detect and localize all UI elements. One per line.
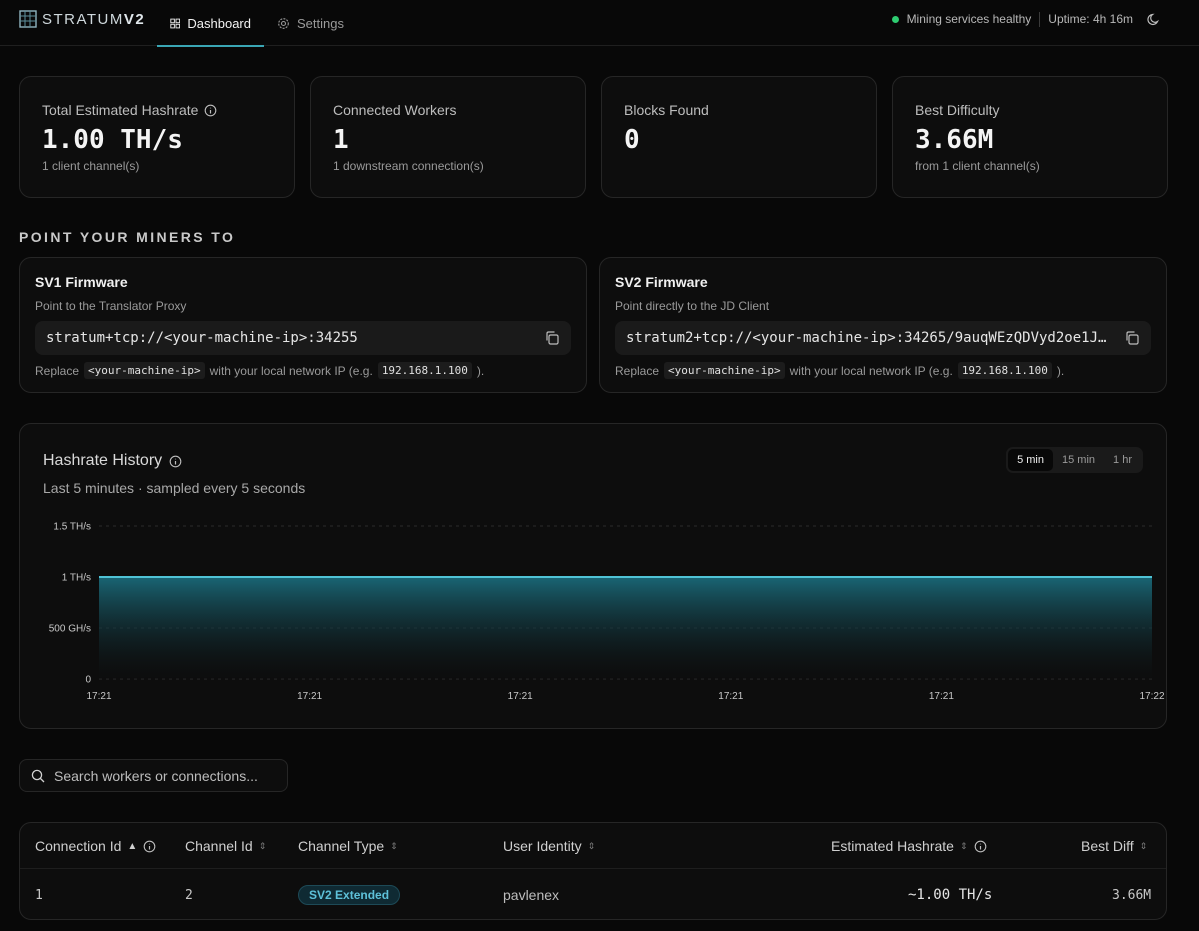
- stat-label: Total Estimated Hashrate: [42, 101, 272, 119]
- search-box[interactable]: [19, 759, 288, 792]
- stratum-logo-icon: [19, 10, 37, 28]
- stat-label: Connected Workers: [333, 102, 457, 118]
- moon-icon[interactable]: [1146, 11, 1162, 27]
- column-header-channel-type[interactable]: Channel Type ⇕: [298, 823, 398, 869]
- y-tick-label: 0: [85, 675, 91, 686]
- stat-sub: 1 client channel(s): [42, 159, 140, 173]
- search-icon: [31, 769, 45, 782]
- sort-icon: ⇕: [390, 840, 398, 851]
- tab-settings[interactable]: Settings: [264, 0, 357, 46]
- table-row[interactable]: 1 2 SV2 Extended pavlenex ~1.00 TH/s 3.6…: [20, 870, 1166, 919]
- cell-connection-id: 1: [35, 887, 43, 903]
- cell-channel-type: SV2 Extended: [298, 870, 401, 919]
- sort-asc-icon: ▲: [127, 840, 138, 852]
- hashrate-history-card: Hashrate History Last 5 minutes · sample…: [19, 423, 1167, 729]
- cell-best-diff: 3.66M: [1112, 887, 1152, 903]
- sv1-url-text: stratum+tcp://<your-machine-ip>:34255: [46, 330, 358, 346]
- code-chip: <your-machine-ip>: [84, 362, 205, 379]
- workers-table: Connection Id ▲ Channel Id ⇕ Channel Type…: [19, 822, 1167, 920]
- sort-icon: ⇕: [959, 840, 968, 851]
- x-tick-label: 17:22: [1139, 691, 1164, 702]
- stat-sub: from 1 client channel(s): [915, 159, 1040, 173]
- copy-icon[interactable]: [1124, 330, 1140, 346]
- column-header-connection-id[interactable]: Connection Id ▲: [35, 823, 156, 869]
- y-tick-label: 1 TH/s: [62, 573, 91, 584]
- stat-value: 0: [624, 125, 640, 155]
- x-tick-label: 17:21: [86, 691, 111, 702]
- stat-card-best-difficulty: Best Difficulty 3.66M from 1 client chan…: [892, 76, 1168, 198]
- cell-channel-id: 2: [185, 887, 193, 903]
- fw-title: SV2 Firmware: [615, 274, 708, 290]
- x-tick-label: 17:21: [929, 691, 954, 702]
- stat-value: 1: [333, 125, 349, 155]
- stat-card-hashrate: Total Estimated Hashrate 1.00 TH/s 1 cli…: [19, 76, 295, 198]
- fw-desc: Point directly to the JD Client: [615, 299, 770, 313]
- fw-note: Replace <your-machine-ip> with your loca…: [615, 362, 1065, 379]
- sort-icon: ⇕: [258, 840, 267, 851]
- uptime-text: Uptime: 4h 16m: [1048, 12, 1133, 26]
- status-divider: [1039, 11, 1041, 27]
- stat-sub: 1 downstream connection(s): [333, 159, 484, 173]
- top-navbar: STRATUMV2 Dashboard Settings Mining serv…: [0, 0, 1199, 47]
- sv2-url-text: stratum2+tcp://<your-machine-ip>:34265/9…: [626, 330, 1111, 346]
- logo-text: STRATUMV2: [42, 10, 146, 28]
- stat-label: Blocks Found: [624, 102, 709, 118]
- cell-estimated-hashrate: ~1.00 TH/s: [908, 887, 993, 903]
- search-input[interactable]: [54, 767, 274, 784]
- column-header-estimated-hashrate[interactable]: Estimated Hashrate ⇕: [831, 823, 987, 869]
- logo[interactable]: STRATUMV2: [18, 9, 145, 29]
- copy-icon[interactable]: [544, 330, 560, 346]
- cell-user-identity: pavlenex: [503, 887, 560, 903]
- dashboard-icon: [170, 18, 181, 28]
- tab-dashboard[interactable]: Dashboard: [157, 0, 264, 47]
- hashrate-chart: 1.5 TH/s 1 TH/s 500 GH/s 0 17:21 17:21 17:21 17…: [49, 522, 1165, 703]
- code-chip: 192.168.1.100: [957, 362, 1052, 379]
- status-text: Mining services healthy: [906, 12, 1032, 26]
- stat-value: 1.00 TH/s: [42, 125, 183, 155]
- sv2-firmware-card: SV2 Firmware Point directly to the JD Cl…: [599, 257, 1167, 393]
- sort-icon: ⇕: [1139, 840, 1148, 851]
- y-tick-label: 1.5 TH/s: [53, 522, 91, 533]
- channel-type-badge: SV2 Extended: [298, 885, 401, 905]
- code-chip: <your-machine-ip>: [664, 362, 785, 379]
- sort-icon: ⇕: [587, 840, 596, 851]
- stat-value: 3.66M: [915, 125, 994, 155]
- column-header-best-diff[interactable]: Best Diff ⇕: [1081, 823, 1147, 869]
- column-header-channel-id[interactable]: Channel Id ⇕: [185, 823, 266, 869]
- sv2-url-field[interactable]: stratum2+tcp://<your-machine-ip>:34265/9…: [615, 321, 1151, 355]
- fw-title: SV1 Firmware: [35, 274, 128, 290]
- x-tick-label: 17:21: [718, 691, 743, 702]
- hashrate-area: [99, 577, 1152, 679]
- tab-settings-label: Settings: [297, 15, 344, 31]
- x-tick-label: 17:21: [508, 691, 533, 702]
- table-header: Connection Id ▲ Channel Id ⇕ Channel Type…: [20, 823, 1166, 869]
- sv1-firmware-card: SV1 Firmware Point to the Translator Pro…: [19, 257, 587, 393]
- x-tick-label: 17:21: [297, 691, 322, 702]
- info-icon[interactable]: [974, 840, 987, 853]
- status-area: Mining services healthy Uptime: 4h 16m: [891, 0, 1133, 38]
- stat-card-workers: Connected Workers 1 1 downstream connect…: [310, 76, 586, 198]
- info-icon[interactable]: [204, 104, 217, 117]
- column-header-user-identity[interactable]: User Identity ⇕: [503, 823, 595, 869]
- tab-dashboard-label: Dashboard: [187, 15, 251, 31]
- status-dot: [891, 15, 899, 23]
- section-title: POINT YOUR MINERS TO: [19, 229, 236, 245]
- info-icon[interactable]: [143, 840, 156, 853]
- stat-label: Best Difficulty: [915, 102, 1000, 118]
- gear-icon: [278, 17, 289, 29]
- sv1-url-field[interactable]: stratum+tcp://<your-machine-ip>:34255: [35, 321, 571, 355]
- fw-desc: Point to the Translator Proxy: [35, 299, 187, 313]
- code-chip: 192.168.1.100: [377, 362, 472, 379]
- stat-card-blocks: Blocks Found 0: [601, 76, 877, 198]
- fw-note: Replace <your-machine-ip> with your loca…: [35, 362, 485, 379]
- y-tick-label: 500 GH/s: [49, 624, 91, 635]
